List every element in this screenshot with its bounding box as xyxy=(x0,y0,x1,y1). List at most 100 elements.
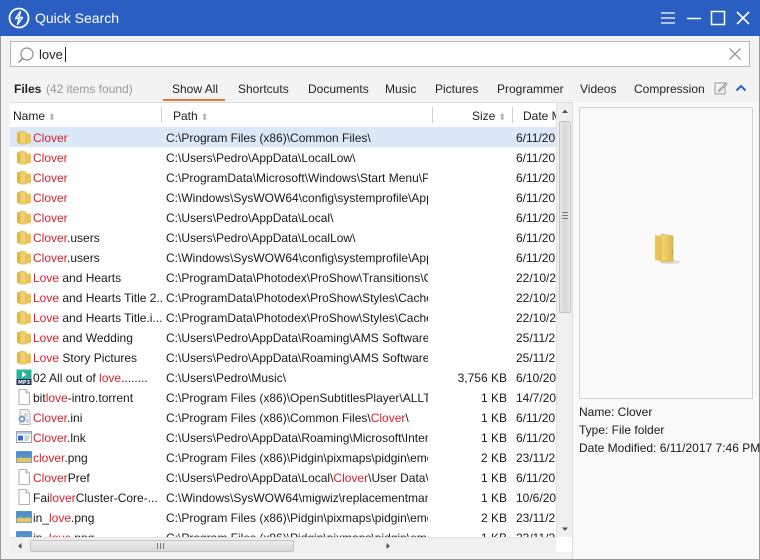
date-modified: 23/11/2 xyxy=(516,451,556,465)
text-segment: C:\Program Files (x86)\Pidgin\pixmaps\pi… xyxy=(166,511,428,525)
table-row[interactable]: in_love.pngC:\Program Files (x86)\Pidgin… xyxy=(10,527,556,537)
preview-date-modified: Date Modified: 6/11/2017 7:46 PM xyxy=(579,441,760,455)
text-segment: C:\Users\Pedro\AppData\Local\ xyxy=(166,211,334,225)
table-row[interactable]: Clover C:\Users\Pedro\AppData\LocalLow\ 6/… xyxy=(10,147,556,167)
column-header-name[interactable]: Name ⬍ xyxy=(13,109,56,123)
tab-compression[interactable]: Compression xyxy=(634,82,705,96)
date-modified: 10/6/20 xyxy=(516,491,556,505)
table-row[interactable]: Love and Hearts C:\ProgramData\Photodex\P… xyxy=(10,267,556,287)
file-path: C:\Program Files (x86)\Pidgin\pixmaps\pi… xyxy=(166,511,428,525)
results-rows: Clover C:\Program Files (x86)\Common File… xyxy=(10,127,556,537)
sort-icon: ⬍ xyxy=(48,112,56,122)
scroll-down-arrow-icon[interactable] xyxy=(557,521,573,537)
minimize-button[interactable] xyxy=(684,8,704,28)
column-divider[interactable] xyxy=(161,107,162,123)
column-header-size[interactable]: Size ⬍ xyxy=(472,109,506,123)
file-name: Love and Hearts Title 2... xyxy=(33,291,163,305)
column-header-date[interactable]: Date M xyxy=(523,109,556,123)
menu-button[interactable] xyxy=(658,8,678,28)
column-divider[interactable] xyxy=(432,107,433,123)
tab-videos[interactable]: Videos xyxy=(580,82,616,96)
tab-programmer[interactable]: Programmer xyxy=(497,82,564,96)
text-segment: C:\Users\Pedro\AppData\Roaming\AMS Softw… xyxy=(166,351,428,365)
match-highlight: Clover xyxy=(33,471,68,485)
table-row[interactable]: Clover.lnk C:\Users\Pedro\AppData\Roaming… xyxy=(10,427,556,447)
column-divider[interactable] xyxy=(512,107,513,123)
text-segment: and Hearts Title.i... xyxy=(59,311,163,325)
column-path-label: Path xyxy=(173,109,198,123)
text-segment: C:\Program Files (x86)\Common Files\ xyxy=(166,131,371,145)
file-path: C:\Program Files (x86)\Pidgin\pixmaps\pi… xyxy=(166,451,428,465)
table-row[interactable]: MP3 02 All out of love........ C:\Users\Pe… xyxy=(10,367,556,387)
table-row[interactable]: Clover.users C:\Windows\SysWOW64\config\s… xyxy=(10,247,556,267)
text-caret xyxy=(64,47,66,62)
vertical-scrollbar[interactable] xyxy=(556,103,572,537)
folder-icon xyxy=(16,169,32,185)
tab-documents[interactable]: Documents xyxy=(308,82,369,96)
preview-type: Type: File folder xyxy=(579,423,665,437)
scroll-right-arrow-icon[interactable] xyxy=(380,538,396,554)
folder-icon xyxy=(16,269,32,285)
close-icon xyxy=(736,11,750,25)
match-highlight: Clover xyxy=(33,231,68,245)
table-row[interactable]: FailoverCluster-Core-... C:\Windows\SysWO… xyxy=(10,487,556,507)
file-size: 2 KB xyxy=(480,451,507,465)
table-row[interactable]: Clover.ini C:\Program Files (x86)\Common … xyxy=(10,407,556,427)
grip-icon xyxy=(157,543,164,549)
table-row[interactable]: Clover C:\Windows\SysWOW64\config\systemp… xyxy=(10,187,556,207)
file-name: Clover.users xyxy=(33,251,163,265)
date-modified: 6/11/20 xyxy=(516,131,556,145)
tab-music[interactable]: Music xyxy=(385,82,416,96)
table-row[interactable]: Clover.users C:\Users\Pedro\AppData\Local… xyxy=(10,227,556,247)
text-segment: C:\Program Files (x86)\Pidgin\pixmaps\pi… xyxy=(166,451,428,465)
tab-shortcuts[interactable]: Shortcuts xyxy=(238,82,289,96)
close-button[interactable] xyxy=(733,8,753,28)
table-row[interactable]: CloverPref C:\Users\Pedro\AppData\Local\C… xyxy=(10,467,556,487)
match-highlight: clover xyxy=(33,451,65,465)
scroll-left-arrow-icon[interactable] xyxy=(12,538,28,554)
edit-icon[interactable] xyxy=(714,81,728,95)
table-row[interactable]: Clover C:\Users\Pedro\AppData\Local\ 6/11/… xyxy=(10,207,556,227)
horizontal-scrollbar[interactable] xyxy=(10,537,556,553)
sort-icon: ⬍ xyxy=(200,112,209,122)
horizontal-scroll-thumb[interactable] xyxy=(30,540,294,552)
table-row[interactable]: clover.png C:\Program Files (x86)\Pidgin\… xyxy=(10,447,556,467)
text-segment: .png xyxy=(71,511,95,525)
search-box[interactable] xyxy=(10,41,750,67)
scroll-up-arrow-icon[interactable] xyxy=(557,103,573,119)
image-file-icon xyxy=(16,509,32,525)
filter-toolbar: Files (42 items found) Show All Shortcut… xyxy=(0,78,760,100)
match-highlight: Clover xyxy=(333,471,369,485)
column-size-label: Size xyxy=(472,109,496,123)
generic-file-icon xyxy=(16,489,32,505)
chevron-up-icon[interactable] xyxy=(734,81,748,95)
maximize-button[interactable] xyxy=(708,8,728,28)
table-row[interactable]: Love and Wedding C:\Users\Pedro\AppData\R… xyxy=(10,327,556,347)
generic-file-icon xyxy=(16,389,32,405)
file-size: 1 KB xyxy=(480,431,507,445)
column-header-path[interactable]: Path ⬍ xyxy=(173,109,208,123)
table-row[interactable]: Clover C:\ProgramData\Microsoft\Windows\S… xyxy=(10,167,556,187)
maximize-icon xyxy=(710,10,726,26)
table-row[interactable]: Love Story Pictures C:\Users\Pedro\AppDat… xyxy=(10,347,556,367)
date-modified: 6/11/20 xyxy=(516,151,556,165)
file-name: 02 All out of love........ xyxy=(33,371,163,385)
clear-search-icon[interactable] xyxy=(727,46,743,62)
match-highlight: Love xyxy=(33,311,60,325)
file-size: 2 KB xyxy=(480,511,507,525)
tab-show-all[interactable]: Show All xyxy=(172,82,218,96)
text-segment: Story Pictures xyxy=(59,351,138,365)
date-modified: 6/11/20 xyxy=(516,171,556,185)
table-row[interactable]: Love and Hearts Title 2... C:\ProgramData… xyxy=(10,287,556,307)
table-row[interactable]: Clover C:\Program Files (x86)\Common File… xyxy=(10,127,556,147)
tab-pictures[interactable]: Pictures xyxy=(435,82,478,96)
vertical-scroll-thumb[interactable] xyxy=(559,121,571,313)
text-segment: .users xyxy=(67,251,100,265)
table-row[interactable]: in_love.pngC:\Program Files (x86)\Pidgin… xyxy=(10,507,556,527)
table-row[interactable]: Love and Hearts Title.i... C:\ProgramData… xyxy=(10,307,556,327)
match-highlight: Love xyxy=(33,351,60,365)
table-row[interactable]: bitlove-intro.torrent C:\Program Files (x… xyxy=(10,387,556,407)
search-input[interactable] xyxy=(39,45,719,63)
match-highlight: Clover xyxy=(33,191,68,205)
date-modified: 22/10/2 xyxy=(516,271,556,285)
